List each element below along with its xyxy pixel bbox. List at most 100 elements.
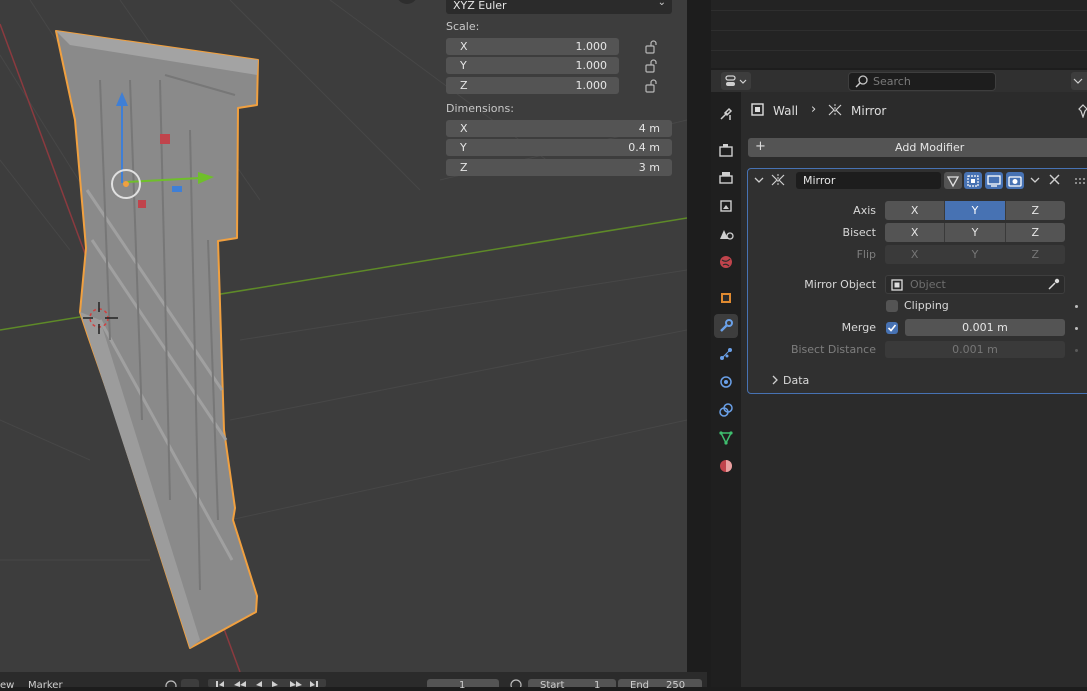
scene-icon: [720, 230, 734, 240]
keyframe-dot[interactable]: [1075, 349, 1078, 352]
unlock-icon[interactable]: [644, 79, 658, 93]
area-separator[interactable]: [687, 0, 707, 687]
edit-mode-toggle[interactable]: [964, 172, 982, 189]
bisect-label: Bisect: [842, 226, 876, 239]
field-value: 1.000: [575, 79, 608, 92]
axis-buttons: X Y Z: [885, 201, 1065, 220]
properties-tabs: [711, 92, 741, 687]
record-icon[interactable]: [163, 678, 179, 687]
dimension-y-field[interactable]: Y 0.4 m: [446, 139, 672, 156]
data-subpanel-label[interactable]: Data: [783, 374, 809, 387]
options-dropdown[interactable]: [1071, 72, 1087, 90]
bisect-z-button[interactable]: Z: [1005, 223, 1065, 242]
object-icon: [891, 279, 903, 291]
breadcrumb-object: Wall: [773, 104, 799, 118]
mirror-object-placeholder: Object: [910, 278, 946, 291]
properties-search-field[interactable]: Search: [848, 72, 996, 91]
collapse-chevron-icon[interactable]: [754, 175, 764, 185]
field-value: 4 m: [638, 122, 660, 135]
scale-z-field[interactable]: Z 1.000: [446, 77, 619, 94]
rotation-mode-dropdown[interactable]: XYZ Euler ⌄: [446, 0, 672, 14]
viewport-toggle[interactable]: [985, 172, 1003, 189]
render-icon: [719, 144, 733, 157]
camera-icon: [1008, 175, 1022, 187]
marker-menu[interactable]: Marker: [28, 680, 63, 691]
tab-tool[interactable]: [714, 102, 738, 126]
playback-controls-icon[interactable]: [208, 679, 326, 687]
view-menu[interactable]: ew: [0, 680, 14, 691]
dimension-z-field[interactable]: Z 3 m: [446, 159, 672, 176]
wall-object[interactable]: [55, 30, 259, 649]
chevron-down-icon: [1073, 78, 1083, 84]
merge-label: Merge: [841, 321, 876, 334]
flip-x-button[interactable]: X: [885, 245, 946, 264]
tab-modifiers[interactable]: [714, 314, 738, 338]
tab-particles[interactable]: [714, 342, 738, 366]
current-frame-field[interactable]: 1: [427, 679, 499, 691]
properties-editor: Search Wall › Mirror + Add Modifier Mirr…: [711, 70, 1087, 687]
drag-handle-icon[interactable]: [1075, 178, 1087, 184]
axis-z-button[interactable]: Z: [1005, 201, 1065, 220]
tab-data[interactable]: [714, 426, 738, 450]
world-icon: [720, 256, 732, 268]
end-frame-field[interactable]: End 250: [618, 679, 702, 691]
breadcrumb-modifier: Mirror: [851, 104, 887, 118]
add-modifier-button[interactable]: + Add Modifier: [748, 138, 1087, 157]
outliner-area[interactable]: [711, 0, 1087, 68]
mirror-object-field[interactable]: Object: [885, 275, 1065, 294]
axis-label: X: [460, 122, 468, 135]
chevron-right-icon[interactable]: [770, 375, 780, 385]
flip-z-button[interactable]: Z: [1005, 245, 1065, 264]
scale-y-field[interactable]: Y 1.000: [446, 57, 619, 74]
merge-checkbox[interactable]: [886, 322, 898, 334]
scale-x-field[interactable]: X 1.000: [446, 38, 619, 55]
tab-view-layer[interactable]: [714, 194, 738, 218]
bisect-buttons: X Y Z: [885, 223, 1065, 242]
bisect-y-button[interactable]: Y: [945, 223, 1006, 242]
bisect-distance-label: Bisect Distance: [790, 343, 876, 356]
keying-dropdown[interactable]: [181, 679, 199, 687]
chevron-down-icon[interactable]: [1030, 175, 1040, 185]
axis-y-button[interactable]: Y: [945, 201, 1006, 220]
axis-label: Y: [460, 141, 467, 154]
axis-label: Z: [460, 79, 468, 92]
tab-physics[interactable]: [714, 370, 738, 394]
unlock-icon[interactable]: [644, 40, 658, 54]
tool-icon: [720, 107, 733, 120]
eyedropper-icon[interactable]: [1047, 278, 1060, 291]
field-value: 1.000: [575, 40, 608, 53]
axis-x-button[interactable]: X: [885, 201, 946, 220]
tab-material[interactable]: [714, 454, 738, 478]
stopwatch-icon[interactable]: [508, 677, 524, 687]
unlock-icon[interactable]: [644, 59, 658, 73]
bisect-x-button[interactable]: X: [885, 223, 946, 242]
constraints-icon: [719, 403, 733, 417]
tab-constraints[interactable]: [714, 398, 738, 422]
particles-icon: [720, 348, 732, 360]
edit-cage-toggle[interactable]: [944, 172, 962, 189]
vertex-triangle-icon: [946, 175, 960, 187]
keyframe-dot[interactable]: [1075, 305, 1078, 308]
dimension-x-field[interactable]: X 4 m: [446, 120, 672, 137]
render-toggle[interactable]: [1006, 172, 1024, 189]
editor-type-dropdown[interactable]: [721, 72, 751, 90]
tab-scene[interactable]: [714, 222, 738, 246]
modifier-name-field[interactable]: Mirror: [796, 172, 941, 189]
3d-viewport[interactable]: XYZ Euler ⌄ Scale: X 1.000 Y 1.000 Z 1.0…: [0, 0, 687, 672]
tab-output[interactable]: [714, 166, 738, 190]
axis-label: Y: [460, 59, 467, 72]
start-frame-field[interactable]: Start 1: [528, 679, 616, 691]
pin-icon[interactable]: [1077, 104, 1087, 118]
tab-object[interactable]: [714, 286, 738, 310]
close-icon[interactable]: [1049, 174, 1060, 185]
flip-y-button[interactable]: Y: [945, 245, 1006, 264]
bisect-distance-field[interactable]: 0.001 m: [885, 341, 1065, 358]
axis-label: X: [460, 40, 468, 53]
tab-render[interactable]: [714, 138, 738, 162]
physics-icon: [720, 376, 732, 388]
monitor-icon: [987, 174, 1001, 187]
keyframe-dot[interactable]: [1075, 327, 1078, 330]
tab-world[interactable]: [714, 250, 738, 274]
merge-distance-field[interactable]: 0.001 m: [905, 319, 1065, 336]
clipping-checkbox[interactable]: [886, 300, 898, 312]
